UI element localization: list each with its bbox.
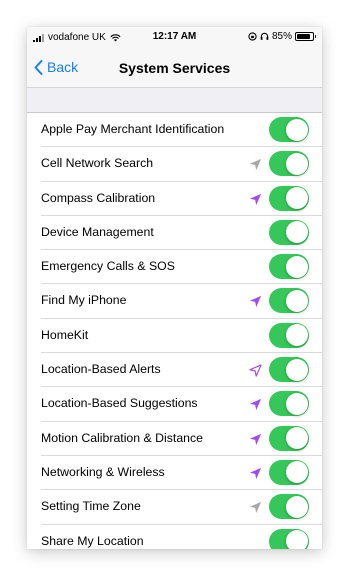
section-header-gap bbox=[27, 88, 322, 113]
service-label: Device Management bbox=[41, 224, 154, 239]
service-toggle[interactable] bbox=[269, 357, 309, 383]
battery-percent: 85% bbox=[271, 31, 292, 42]
service-row: Networking & Wireless bbox=[27, 456, 322, 491]
service-label: Location-Based Suggestions bbox=[41, 396, 198, 411]
toggle-knob bbox=[285, 152, 308, 175]
service-toggle[interactable] bbox=[269, 459, 309, 485]
service-label: Find My iPhone bbox=[41, 293, 127, 308]
service-row: Setting Time Zone bbox=[27, 490, 322, 525]
toggle-knob bbox=[285, 255, 308, 278]
service-toggle[interactable] bbox=[269, 528, 309, 549]
service-label: Apple Pay Merchant Identification bbox=[41, 122, 225, 136]
service-row: Compass Calibration bbox=[27, 182, 322, 217]
service-toggle[interactable] bbox=[269, 322, 309, 348]
service-label: Networking & Wireless bbox=[41, 464, 165, 479]
service-toggle[interactable] bbox=[269, 254, 309, 280]
headphones-icon bbox=[260, 32, 269, 40]
location-arrow-icon bbox=[249, 433, 262, 445]
service-label: Location-Based Alerts bbox=[41, 362, 161, 377]
service-toggle[interactable] bbox=[269, 391, 309, 417]
status-bar: vodafone UK 12:17 AM 85% bbox=[27, 27, 322, 47]
service-toggle[interactable] bbox=[269, 117, 309, 142]
service-row: Location-Based Suggestions bbox=[27, 387, 322, 422]
service-row: Emergency Calls & SOS bbox=[27, 250, 322, 285]
services-list: Apple Pay Merchant Identification Cell Ne… bbox=[27, 113, 322, 549]
navigation-bar: Back System Services bbox=[27, 47, 322, 88]
toggle-knob bbox=[285, 187, 308, 210]
service-label: Cell Network Search bbox=[41, 156, 154, 171]
toggle-knob bbox=[285, 530, 308, 549]
service-row: Share My Location bbox=[27, 525, 322, 549]
battery-icon bbox=[295, 32, 316, 41]
page-title: System Services bbox=[118, 60, 231, 76]
toggle-knob bbox=[285, 221, 308, 244]
service-row: HomeKit bbox=[27, 319, 322, 354]
service-label: Motion Calibration & Distance bbox=[41, 430, 203, 445]
service-label: Share My Location bbox=[41, 533, 144, 548]
toggle-knob bbox=[285, 495, 308, 518]
service-toggle[interactable] bbox=[269, 494, 309, 520]
service-row: Cell Network Search bbox=[27, 147, 322, 182]
toggle-knob bbox=[285, 118, 308, 141]
location-arrow-icon bbox=[249, 159, 262, 171]
service-label: Setting Time Zone bbox=[41, 499, 141, 514]
service-row: Motion Calibration & Distance bbox=[27, 422, 322, 457]
service-toggle[interactable] bbox=[269, 425, 309, 451]
location-arrow-icon bbox=[249, 399, 262, 411]
service-row: Device Management bbox=[27, 216, 322, 251]
location-arrow-icon bbox=[249, 502, 262, 514]
toggle-knob bbox=[285, 324, 308, 347]
service-label: Emergency Calls & SOS bbox=[41, 259, 175, 274]
toggle-knob bbox=[285, 461, 308, 484]
location-arrow-icon bbox=[249, 296, 262, 308]
service-toggle[interactable] bbox=[269, 219, 309, 245]
service-toggle[interactable] bbox=[269, 288, 309, 314]
status-right: 85% bbox=[248, 31, 316, 42]
battery-fill bbox=[297, 34, 310, 39]
service-row: Location-Based Alerts bbox=[27, 353, 322, 388]
phone-screen: vodafone UK 12:17 AM 85% Back System Ser… bbox=[27, 27, 322, 549]
service-row: Find My iPhone bbox=[27, 284, 322, 320]
service-toggle[interactable] bbox=[269, 151, 309, 177]
service-toggle[interactable] bbox=[269, 185, 309, 211]
service-label: HomeKit bbox=[41, 327, 89, 342]
orientation-lock-icon bbox=[248, 32, 257, 41]
location-arrow-icon bbox=[249, 193, 262, 205]
service-row: Apple Pay Merchant Identification bbox=[27, 113, 322, 148]
toggle-knob bbox=[285, 289, 308, 312]
service-label: Compass Calibration bbox=[41, 190, 156, 205]
location-arrow-icon bbox=[249, 467, 262, 480]
location-arrow-icon bbox=[249, 364, 262, 377]
toggle-knob bbox=[285, 427, 308, 450]
toggle-knob bbox=[285, 358, 308, 381]
toggle-knob bbox=[285, 392, 308, 415]
